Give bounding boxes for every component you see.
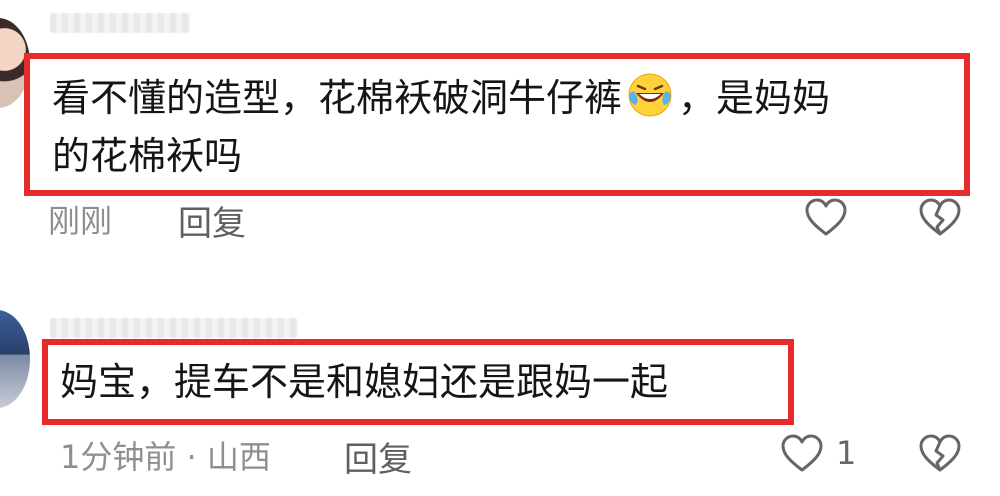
broken-heart-icon[interactable] <box>918 196 962 240</box>
blurred-username[interactable] <box>50 318 298 338</box>
comment-time-location: 1分钟前 · 山西 <box>60 438 271 476</box>
comment-text: 妈宝，提车不是和媳妇还是跟妈一起 <box>60 360 669 404</box>
broken-heart-icon[interactable] <box>918 432 962 476</box>
comment-text-part: 看不懂的造型，花棉袄破洞牛仔裤 <box>52 76 623 120</box>
laughing-crying-emoji-icon <box>628 73 672 117</box>
comment-text-highlighted: 看不懂的造型，花棉袄破洞牛仔裤 ，是妈妈 的花棉袄吗 <box>24 53 970 196</box>
reply-button[interactable]: 回复 <box>344 432 412 481</box>
comment-text-part: ，是妈妈 <box>678 76 831 120</box>
heart-outline-icon[interactable] <box>804 196 848 240</box>
blurred-username[interactable] <box>50 13 190 33</box>
comment-text-highlighted: 妈宝，提车不是和媳妇还是跟妈一起 <box>42 339 794 425</box>
heart-outline-icon[interactable] <box>780 432 824 476</box>
comment-text-line2: 的花棉袄吗 <box>52 134 243 178</box>
avatar[interactable] <box>0 310 30 408</box>
comment-timestamp: 刚刚 <box>48 202 113 240</box>
reply-button[interactable]: 回复 <box>178 196 246 245</box>
like-count: 1 <box>836 434 857 472</box>
